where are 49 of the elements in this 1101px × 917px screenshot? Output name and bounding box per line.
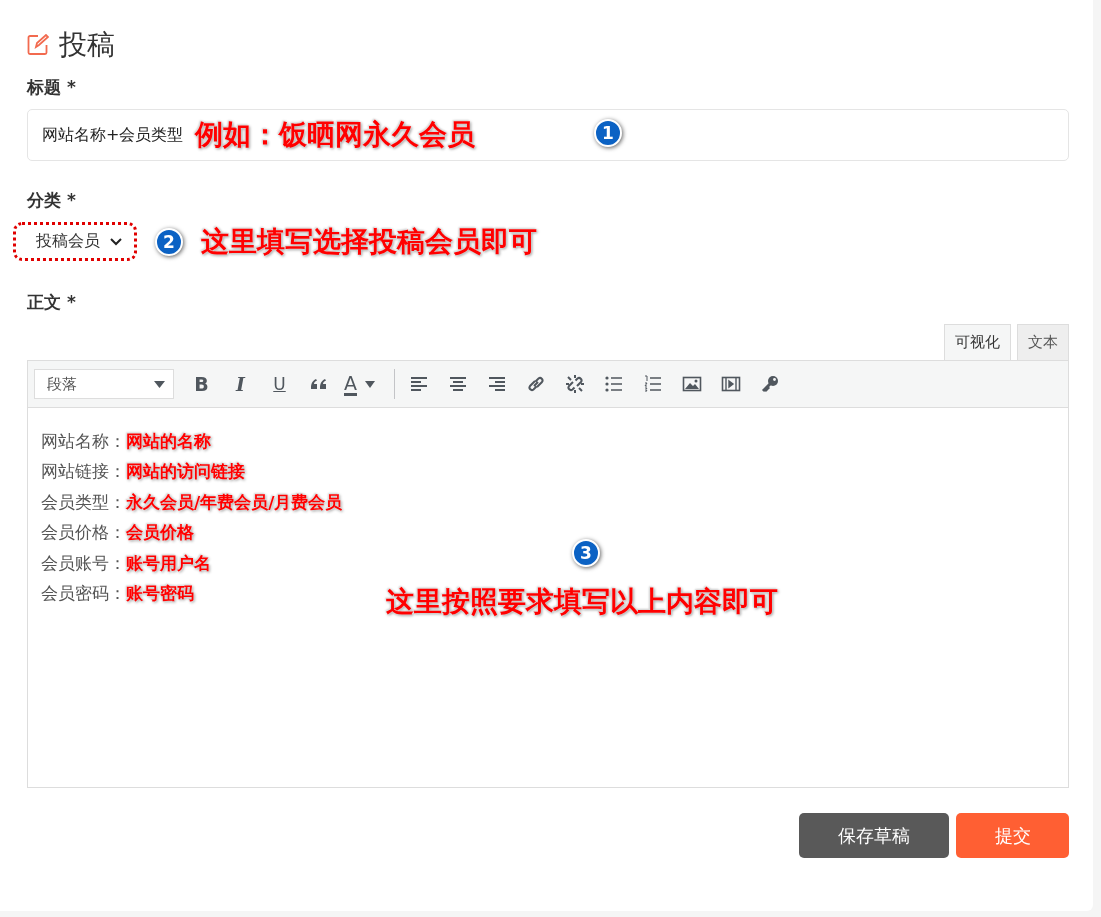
annotation-text: 例如：饭晒网永久会员 xyxy=(195,117,476,153)
bullet-list-icon xyxy=(603,374,624,394)
field-label: 正文 * xyxy=(27,291,77,314)
bold-button[interactable]: B xyxy=(182,369,221,399)
align-right-icon xyxy=(486,374,507,394)
image-icon xyxy=(681,374,702,394)
save-draft-button[interactable]: 保存草稿 xyxy=(799,813,949,858)
align-left-icon xyxy=(408,374,429,394)
annotation-text: 这里填写选择投稿会员即可 xyxy=(201,223,537,260)
content-label: 会员类型： xyxy=(41,490,126,514)
content-label: 会员账号： xyxy=(41,551,126,575)
caret-icon xyxy=(365,380,375,388)
input-value: 网站名称+会员类型 xyxy=(42,124,184,146)
annotation-text: 永久会员/年费会员/月费会员 xyxy=(126,490,343,514)
annotation-text: 这里按照要求填写以上内容即可 xyxy=(386,584,778,620)
field-label: 标题 * xyxy=(27,76,77,99)
content-label: 会员密码： xyxy=(41,582,126,606)
field-label: 分类 * xyxy=(27,189,77,212)
video-icon xyxy=(720,374,741,394)
numbered-list-icon xyxy=(642,374,663,394)
number-marker: 1 xyxy=(594,119,622,147)
annotation-text: 网站的访问链接 xyxy=(126,460,245,484)
content-label: 网站名称： xyxy=(41,429,126,453)
text-color-glyph: A xyxy=(344,372,357,396)
text-color-button[interactable]: A xyxy=(338,369,390,399)
annotation-text: 账号用户名 xyxy=(126,551,211,575)
category-select[interactable]: 投稿会员 xyxy=(13,222,137,261)
unlink-icon xyxy=(564,374,585,394)
format-select[interactable]: 段落 xyxy=(34,369,174,399)
editor-tab[interactable]: 可视化 xyxy=(944,324,1011,360)
annotation-text: 网站的名称 xyxy=(126,429,211,453)
annotation-text: 账号密码 xyxy=(126,582,194,606)
annotation-text: 会员价格 xyxy=(126,521,194,545)
rich-text-editor[interactable]: 段落 B I U A 网站名称：网站的名称 网站链接：网站的访问链接 会员类型：永久会员/年费会员/月费会员 会员价格：会员价格 会员账号：账号用户名 会员密码：账号密码 3 这里按照要求填写以上内容即可 xyxy=(27,360,1069,788)
title-input[interactable]: 网站名称+会员类型 例如：饭晒网永久会员 1 xyxy=(27,109,1069,161)
align-center-icon xyxy=(447,374,468,394)
chevron-down-icon xyxy=(110,237,122,246)
key-icon xyxy=(759,374,780,394)
page-title: 投稿 xyxy=(59,27,115,63)
number-marker: 3 xyxy=(572,539,600,567)
link-icon xyxy=(525,374,546,394)
underline-button[interactable]: U xyxy=(260,369,299,399)
edit-icon xyxy=(27,34,49,56)
content-label: 网站链接： xyxy=(41,460,126,484)
content-label: 会员价格： xyxy=(41,521,126,545)
italic-button[interactable]: I xyxy=(221,369,260,399)
editor-tab[interactable]: 文本 xyxy=(1017,324,1069,360)
caret-icon xyxy=(154,380,165,388)
number-marker: 2 xyxy=(155,227,183,256)
